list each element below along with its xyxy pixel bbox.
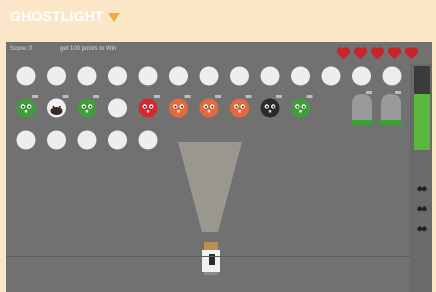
game-area[interactable]: Score: 0 get 100 points to Win — [6, 42, 432, 292]
heart-icon — [387, 48, 401, 60]
ghost-white-icon[interactable] — [138, 130, 158, 150]
ghost-white-icon[interactable] — [47, 66, 66, 86]
ghost-black-icon[interactable] — [260, 95, 283, 118]
tombstone-icon[interactable] — [380, 91, 402, 125]
heart-icon — [353, 48, 367, 60]
ghost-white-icon[interactable] — [169, 66, 188, 86]
ghost-white-icon[interactable] — [16, 130, 36, 150]
ghost-white-icon[interactable] — [77, 66, 97, 86]
ghost-white-icon[interactable] — [108, 130, 127, 150]
ghost-orange-icon[interactable] — [169, 95, 191, 118]
ghost-pig-icon[interactable] — [47, 95, 69, 118]
goal-text: get 100 points to Win — [60, 46, 117, 52]
ghost-green-icon[interactable] — [291, 95, 313, 118]
light-beam — [178, 142, 242, 232]
ghost-red-icon[interactable] — [138, 95, 161, 118]
heart-icon — [370, 48, 384, 60]
floor-line — [6, 256, 432, 257]
ghost-white-icon[interactable] — [47, 130, 66, 150]
lantern-icon[interactable] — [202, 242, 220, 275]
ghost-white-icon[interactable] — [138, 66, 158, 86]
ghost-green-icon[interactable] — [77, 95, 100, 118]
ghost-white-icon[interactable] — [77, 130, 97, 150]
bird-icon — [417, 186, 427, 192]
side-panel — [410, 64, 432, 292]
score-text: Score: 0 — [10, 46, 33, 52]
ghost-orange-icon[interactable] — [230, 95, 252, 118]
banner: GHOSTLIGHT — [0, 0, 436, 42]
heart-icon — [336, 48, 350, 60]
ghost-white-icon[interactable] — [260, 66, 280, 86]
ghost-white-icon[interactable] — [352, 66, 371, 86]
ghost-white-icon[interactable] — [291, 66, 310, 86]
bird-icon — [417, 226, 427, 232]
bird-icon — [417, 206, 427, 212]
ghost-white-icon[interactable] — [108, 98, 127, 118]
ghost-white-icon[interactable] — [382, 66, 402, 86]
game-scene[interactable] — [6, 42, 432, 292]
ghost-green-icon[interactable] — [16, 95, 39, 118]
ghost-orange-icon[interactable] — [199, 95, 222, 118]
energy-meter-fill — [414, 94, 430, 150]
ghost-white-icon[interactable] — [321, 66, 341, 86]
lives-bar — [336, 48, 418, 60]
ghost-white-icon[interactable] — [230, 66, 249, 86]
ghost-white-icon[interactable] — [108, 66, 127, 86]
ghost-white-icon[interactable] — [199, 66, 219, 86]
dropdown-arrow-icon[interactable] — [108, 13, 120, 22]
tombstone-icon[interactable] — [351, 91, 373, 125]
ghost-white-icon[interactable] — [16, 66, 36, 86]
heart-icon — [404, 48, 418, 60]
banner-title: GHOSTLIGHT — [10, 8, 104, 24]
